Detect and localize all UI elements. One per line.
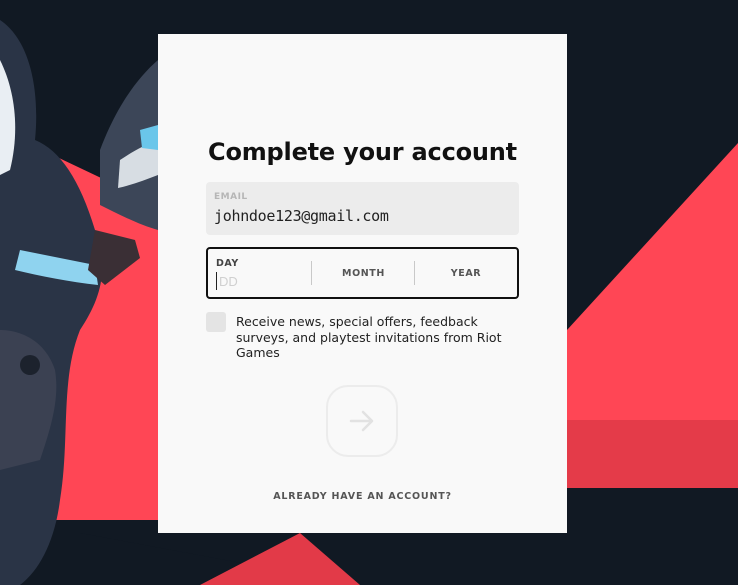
arrow-right-icon (349, 410, 374, 432)
dob-month-segment[interactable]: MONTH (312, 249, 415, 297)
signup-card: Complete your account EMAIL johndoe123@g… (158, 34, 567, 533)
consent-checkbox[interactable] (206, 312, 226, 332)
already-have-account-link[interactable]: ALREADY HAVE AN ACCOUNT? (158, 491, 567, 502)
submit-button[interactable] (326, 385, 398, 457)
page-title: Complete your account (208, 138, 517, 166)
dob-day-label: DAY (216, 258, 239, 269)
dob-month-label: MONTH (342, 268, 385, 279)
email-label: EMAIL (214, 192, 248, 202)
consent-label: Receive news, special offers, feedback s… (236, 314, 502, 360)
dob-day-segment[interactable]: DAY (208, 249, 312, 297)
dob-day-input[interactable] (216, 272, 299, 290)
email-field[interactable]: EMAIL johndoe123@gmail.com (206, 182, 519, 235)
dob-year-label: YEAR (450, 268, 482, 279)
dob-year-segment[interactable]: YEAR (415, 249, 517, 297)
date-of-birth-field: DAY MONTH YEAR (206, 247, 519, 299)
email-value: johndoe123@gmail.com (214, 207, 389, 225)
